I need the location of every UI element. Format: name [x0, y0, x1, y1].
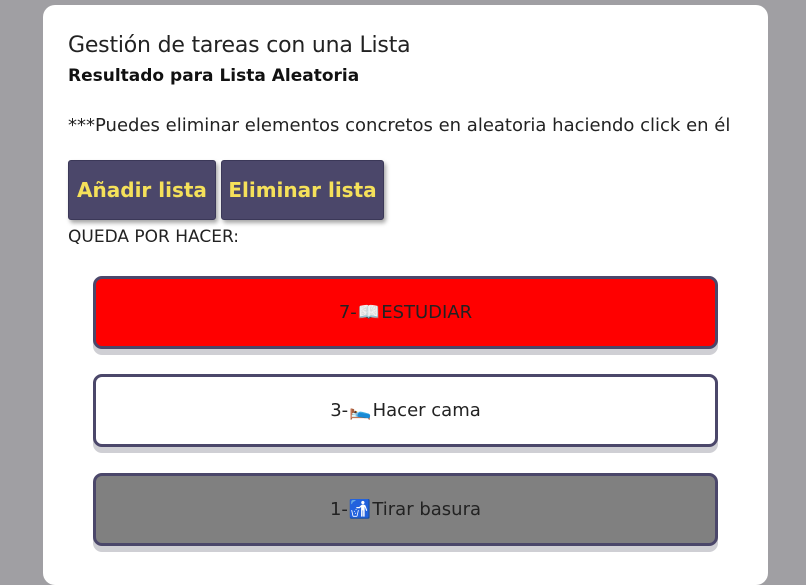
- task-item[interactable]: 7- 📖 ESTUDIAR: [93, 276, 718, 349]
- page-subtitle: Resultado para Lista Aleatoria: [68, 66, 360, 86]
- open-book-icon: 📖: [357, 302, 381, 323]
- task-text: Tirar basura: [372, 499, 482, 520]
- trash-bin-icon: 🚮: [348, 499, 372, 520]
- task-item[interactable]: 3- 🛌 Hacer cama: [93, 374, 718, 447]
- task-text: ESTUDIAR: [381, 302, 473, 323]
- task-text: Hacer cama: [372, 400, 481, 421]
- task-number: 7-: [338, 302, 357, 323]
- delete-list-button[interactable]: Eliminar lista: [221, 160, 384, 220]
- task-number: 1-: [329, 499, 348, 520]
- main-card: Gestión de tareas con una Lista Resultad…: [43, 5, 768, 585]
- section-label-todo: QUEDA POR HACER:: [68, 227, 239, 247]
- add-list-button[interactable]: Añadir lista: [68, 160, 216, 220]
- task-item[interactable]: 1- 🚮 Tirar basura: [93, 473, 718, 546]
- page-title: Gestión de tareas con una Lista: [68, 33, 411, 58]
- bed-icon: 🛌: [349, 400, 372, 421]
- task-number: 3-: [330, 400, 349, 421]
- hint-text: ***Puedes eliminar elementos concretos e…: [68, 115, 731, 136]
